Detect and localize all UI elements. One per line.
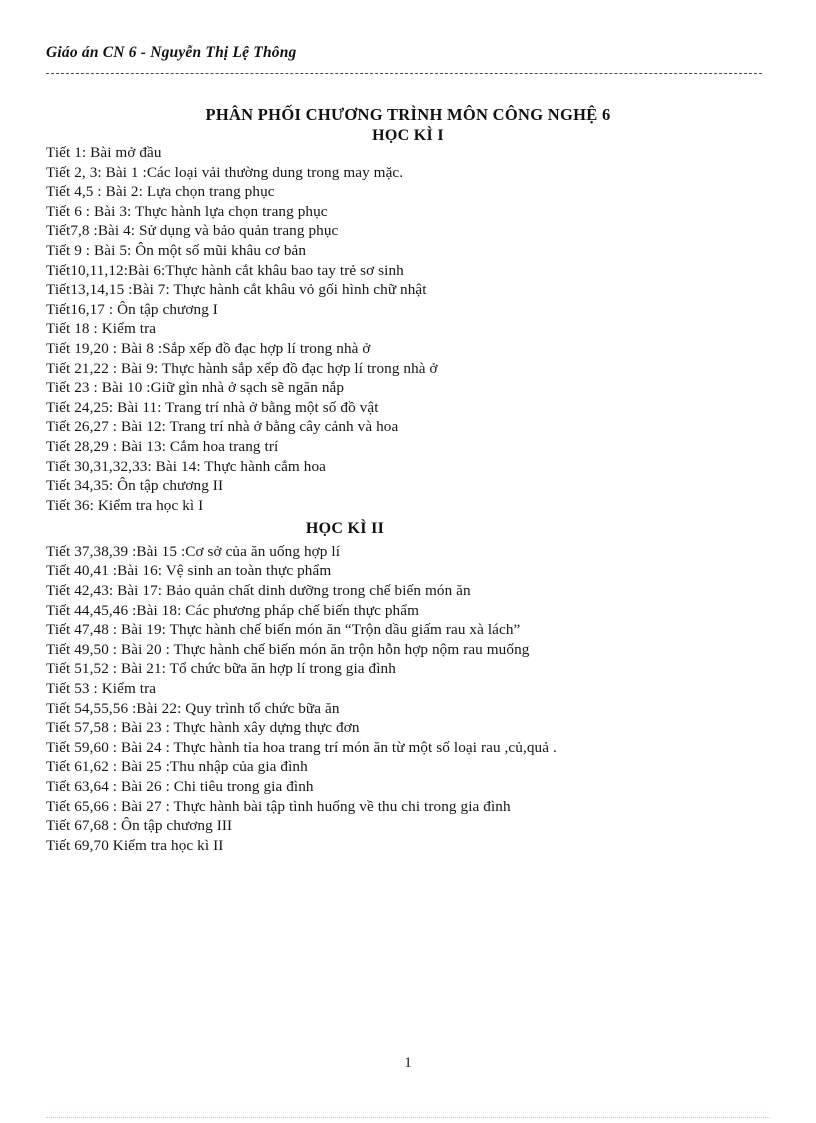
footer-divider: [46, 1117, 770, 1118]
list-item: Tiết7,8 :Bài 4: Sử dụng và bảo quản tran…: [46, 222, 339, 240]
list-item: Tiết 21,22 : Bài 9: Thực hành sắp xếp đồ…: [46, 359, 438, 377]
list-item: Tiết 47,48 : Bài 19: Thực hành chế biến …: [46, 621, 521, 639]
list-item: Tiết 18 : Kiểm tra: [46, 320, 157, 338]
list-item: Tiết 57,58 : Bài 23 : Thực hành xây dựng…: [46, 719, 360, 737]
list-item: Tiết 49,50 : Bài 20 : Thực hành chế biến…: [46, 640, 530, 658]
list-item: Tiết 23 : Bài 10 :Giữ gìn nhà ở sạch sẽ …: [46, 379, 345, 397]
list-item: Tiết 54,55,56 :Bài 22: Quy trình tổ chức…: [46, 699, 340, 717]
list-item: Tiết 34,35: Ôn tập chương II: [46, 477, 224, 495]
list-item: Tiết 65,66 : Bài 27 : Thực hành bài tập …: [46, 797, 511, 815]
list-item: Tiết 37,38,39 :Bài 15 :Cơ sở của ăn uống…: [46, 542, 341, 560]
list-item: Tiết 19,20 : Bài 8 :Sắp xếp đồ đạc hợp l…: [46, 339, 371, 357]
list-item: Tiết 28,29 : Bài 13: Cắm hoa trang trí: [46, 437, 279, 455]
header-divider: [46, 73, 762, 74]
list-item: Tiết 61,62 : Bài 25 :Thu nhập của gia đì…: [46, 758, 308, 776]
schedule-list: Tiết 1: Bài mở đầu Tiết 2, 3: Bài 1 :Các…: [46, 143, 786, 855]
list-item: Tiết 9 : Bài 5: Ôn một số mũi khâu cơ bả…: [46, 241, 307, 259]
list-item: Tiết13,14,15 :Bài 7: Thực hành cắt khâu …: [46, 281, 427, 299]
page-number: 1: [404, 1055, 412, 1071]
document-page: Giáo án CN 6 - Nguyễn Thị Lệ Thông PHÂN …: [0, 0, 816, 1123]
list-item: Tiết 69,70 Kiểm tra học kì II: [46, 836, 224, 854]
list-item: Tiết 30,31,32,33: Bài 14: Thực hành cắm …: [46, 457, 326, 475]
list-item: Tiết 2, 3: Bài 1 :Các loại vải thường du…: [46, 163, 404, 181]
term-2-heading: HỌC KÌ II: [305, 520, 385, 538]
list-item: Tiết 26,27 : Bài 12: Trang trí nhà ở bằn…: [46, 418, 399, 436]
list-item: Tiết 36: Kiểm tra học kì I: [46, 496, 204, 514]
running-header-text: Giáo án CN 6 - Nguyễn Thị Lệ Thông: [46, 44, 297, 61]
list-item: Tiết 44,45,46 :Bài 18: Các phương pháp c…: [46, 601, 419, 619]
list-item: Tiết 4,5 : Bài 2: Lựa chọn trang phục: [46, 183, 275, 201]
list-item: Tiết 67,68 : Ôn tập chương III: [46, 817, 233, 835]
page-title: PHÂN PHỐI CHƯƠNG TRÌNH MÔN CÔNG NGHỆ 6: [205, 105, 611, 124]
list-item: Tiết 51,52 : Bài 21: Tổ chức bữa ăn hợp …: [46, 660, 396, 678]
list-item: Tiết 1: Bài mở đầu: [46, 144, 162, 161]
running-header: Giáo án CN 6 - Nguyễn Thị Lệ Thông: [46, 44, 770, 63]
list-item: Tiết16,17 : Ôn tập chương I: [46, 300, 218, 318]
list-item: Tiết 24,25: Bài 11: Trang trí nhà ở bằng…: [46, 398, 379, 416]
list-item: Tiết 53 : Kiểm tra: [46, 680, 157, 698]
list-item: Tiết 42,43: Bài 17: Bảo quản chất dinh d…: [46, 582, 471, 600]
list-item: Tiết 63,64 : Bài 26 : Chi tiêu trong gia…: [46, 778, 314, 795]
list-item: Tiết 40,41 :Bài 16: Vệ sinh an toàn thực…: [46, 562, 332, 580]
list-item: Tiết10,11,12:Bài 6:Thực hành cắt khâu ba…: [46, 261, 404, 279]
title-block: PHÂN PHỐI CHƯƠNG TRÌNH MÔN CÔNG NGHỆ 6 H…: [0, 104, 816, 147]
list-item: Tiết 6 : Bài 3: Thực hành lựa chọn trang…: [46, 202, 328, 220]
list-item: Tiết 59,60 : Bài 24 : Thực hành tỉa hoa …: [46, 738, 557, 756]
